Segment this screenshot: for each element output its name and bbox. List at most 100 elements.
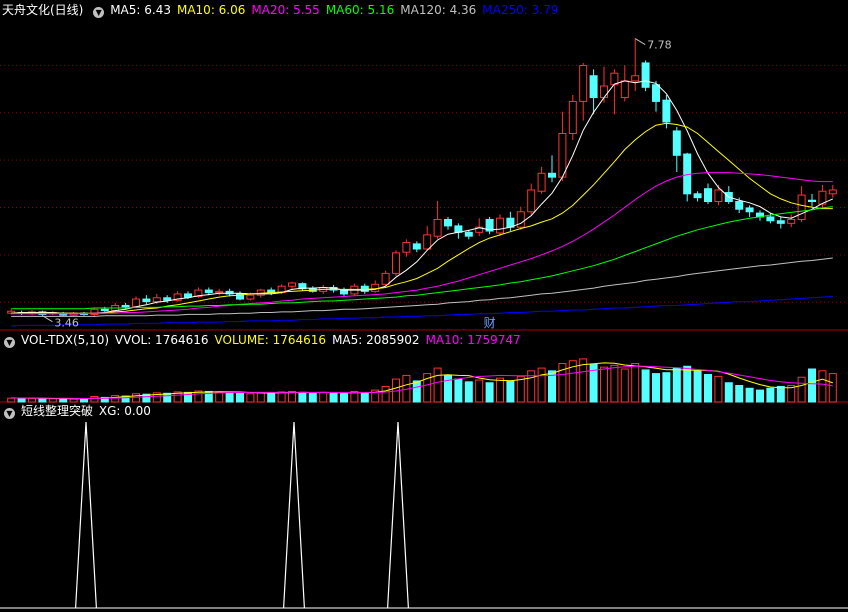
candle-down xyxy=(121,304,130,308)
candle-down xyxy=(672,130,681,156)
low-price-label: 3.46 xyxy=(54,317,79,330)
candle-down xyxy=(745,207,754,213)
volume-bar-down xyxy=(672,367,681,403)
candle-up xyxy=(246,294,255,300)
candle-up xyxy=(371,283,380,292)
volume-bar-up xyxy=(246,393,255,403)
indicator-panel-header: ▼ 短线整理突破 XG: 0.00 xyxy=(4,403,163,419)
volume-bar-down xyxy=(662,372,671,403)
ma-legend: MA5: 6.43 MA10: 6.06 MA20: 5.55 MA60: 5.16 M… xyxy=(110,3,564,17)
candle-down xyxy=(808,199,816,203)
candle-down xyxy=(100,308,109,312)
volume-bar-down xyxy=(17,398,26,403)
candle-down xyxy=(641,62,650,88)
volume-bar-down xyxy=(652,373,660,403)
volume-bar-up xyxy=(28,397,36,403)
volume-bar-down xyxy=(444,374,452,403)
candle-up xyxy=(288,282,296,287)
candle-up xyxy=(787,218,796,224)
volume-bar-up xyxy=(610,364,619,403)
candle-down xyxy=(548,172,556,178)
candle-up xyxy=(256,289,265,296)
candle-down xyxy=(766,216,775,222)
volume-panel-header: ▼ VOL-TDX(5,10) VVOL: 1764616 VOLUME: 1764… xyxy=(4,332,533,348)
ma-label-4: MA120: 4.36 xyxy=(400,3,477,17)
volume-bar-down xyxy=(360,392,369,403)
volume-bar-down xyxy=(267,392,276,403)
volume-bar-down xyxy=(329,392,338,403)
volume-bar-up xyxy=(475,379,484,403)
volume-title[interactable]: VOL-TDX(5,10) xyxy=(21,333,109,347)
signal-spike-2 xyxy=(387,421,409,609)
high-marker-line xyxy=(634,38,646,45)
candle-up xyxy=(568,100,577,134)
volume-legend: VVOL: 1764616 VOLUME: 1764616 MA5: 2085902… xyxy=(115,333,527,347)
candle-down xyxy=(142,298,151,303)
event-marker: 财 xyxy=(484,316,496,330)
volume-options-icon[interactable]: ▼ xyxy=(4,337,15,348)
volume-bar-down xyxy=(225,392,234,403)
ma-line-ma60 xyxy=(11,206,833,310)
indicator-title[interactable]: 短线整理突破 xyxy=(21,404,93,418)
candle-down xyxy=(776,220,785,224)
volume-bar-down xyxy=(766,387,775,403)
candle-up xyxy=(496,217,504,234)
volume-bar-up xyxy=(319,391,328,403)
volume-bar-down xyxy=(464,381,473,403)
candle-down xyxy=(163,297,172,301)
candle-up xyxy=(537,172,546,192)
ma-label-2: MA20: 5.55 xyxy=(251,3,320,17)
volume-bar-up xyxy=(277,391,286,403)
candle-down xyxy=(340,289,348,295)
volume-bar-down xyxy=(298,391,307,403)
vol-label-0: VVOL: 1764616 xyxy=(114,333,209,347)
price-panel-header: 天舟文化(日线) ▼ MA5: 6.43 MA10: 6.06 MA20: 5.55 M… xyxy=(2,2,570,18)
volume-bar-up xyxy=(433,367,442,403)
candle-up xyxy=(620,80,629,99)
candle-up xyxy=(714,189,723,203)
volume-bar-up xyxy=(714,375,723,403)
ma-label-3: MA60: 5.16 xyxy=(325,3,395,17)
volume-bar-up xyxy=(620,368,629,403)
ma-line-ma10 xyxy=(11,122,833,314)
candle-up xyxy=(558,133,567,178)
volume-bar-up xyxy=(132,393,140,403)
volume-bar-down xyxy=(641,369,650,403)
ma-label-1: MA10: 6.06 xyxy=(176,3,246,17)
volume-bar-up xyxy=(48,398,57,403)
high-price-label: 7.78 xyxy=(647,39,672,52)
volume-bar-down xyxy=(340,393,348,403)
indicator-panel-options-icon[interactable]: ▼ xyxy=(4,408,15,419)
volume-bar-down xyxy=(454,378,463,403)
signal-spike-0 xyxy=(75,421,97,609)
volume-bar-down xyxy=(808,368,816,403)
stock-name[interactable]: 天舟文化(日线) xyxy=(2,3,83,17)
volume-bar-up xyxy=(818,370,827,403)
volume-bar-down xyxy=(236,392,244,403)
signal-spike-1 xyxy=(283,421,305,609)
volume-bar-up xyxy=(256,392,265,403)
candle-up xyxy=(579,64,588,102)
candle-up xyxy=(423,234,432,250)
volume-bar-down xyxy=(506,380,515,403)
volume-bar-down xyxy=(776,385,785,403)
volume-bar-up xyxy=(631,363,640,403)
volume-bar-down xyxy=(745,387,754,403)
candle-up xyxy=(152,297,161,303)
volume-bar-down xyxy=(683,365,692,403)
volume-bar-down xyxy=(412,380,421,403)
candle-up xyxy=(402,242,411,253)
volume-bar-up xyxy=(90,396,99,403)
indicator-options-icon[interactable]: ▼ xyxy=(93,7,105,18)
volume-bar-down xyxy=(735,385,744,403)
volume-bar-down xyxy=(308,392,317,403)
volume-bar-down xyxy=(693,370,702,403)
ma-label-5: MA250: 3.79 xyxy=(482,3,559,17)
candle-down xyxy=(444,218,452,227)
volume-bar-down xyxy=(38,398,47,403)
candle-up xyxy=(381,272,390,285)
vol-label-2: MA5: 2085902 xyxy=(332,333,420,347)
volume-bar-down xyxy=(485,382,494,403)
candle-down xyxy=(735,201,744,210)
candle-down xyxy=(412,243,421,250)
